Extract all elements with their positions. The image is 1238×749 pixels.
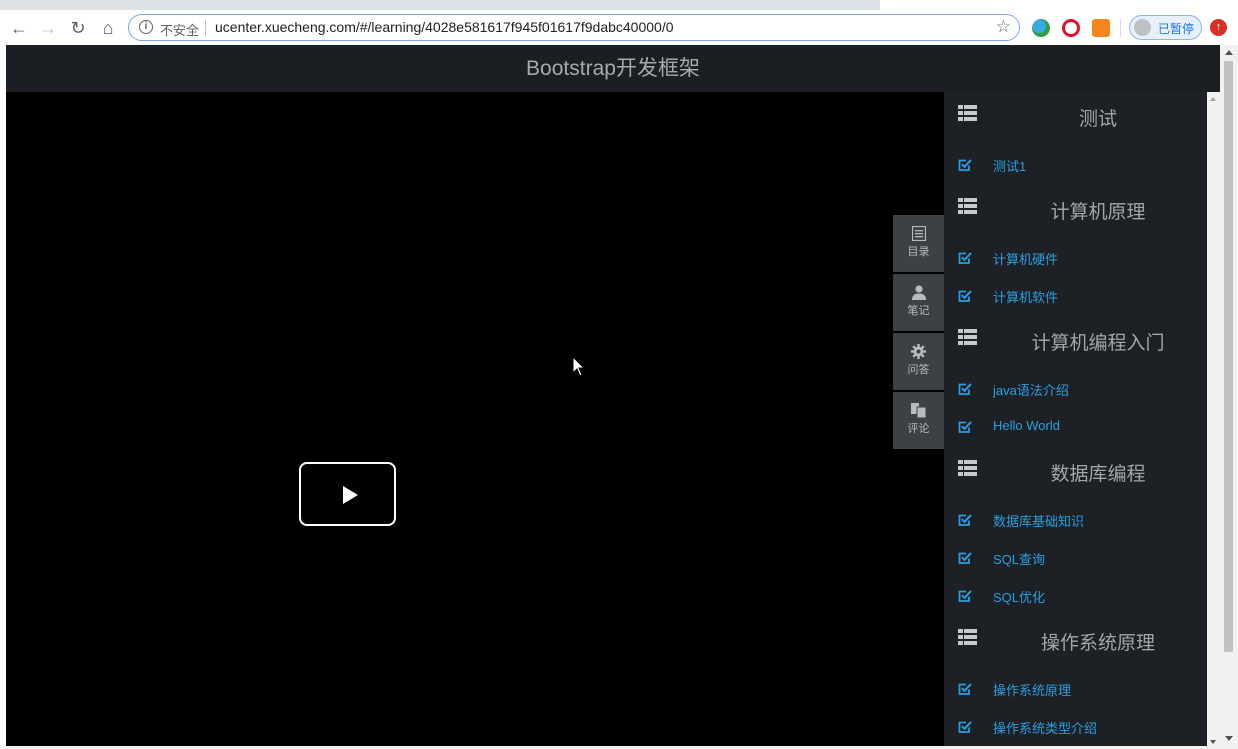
address-bar[interactable]: i 不安全 ucenter.xuecheng.com/#/learning/40…: [128, 14, 1020, 41]
lesson-item[interactable]: Hello World: [944, 409, 1207, 447]
scroll-down-icon[interactable]: [1210, 740, 1216, 744]
check-square-icon: [958, 682, 972, 701]
mouse-cursor-icon: [572, 356, 586, 377]
lesson-item[interactable]: SQL优化: [944, 578, 1207, 616]
list-icon: [958, 460, 977, 481]
list-icon: [958, 105, 977, 126]
chapter-header[interactable]: 计算机编程入门: [944, 316, 1207, 371]
security-label: 不安全: [160, 23, 200, 38]
active-tab[interactable]: [880, 0, 1238, 10]
tab-comments[interactable]: 评论: [893, 392, 944, 449]
chapter-title: 计算机编程入门: [1031, 333, 1165, 354]
chapter-header[interactable]: 操作系统原理: [944, 616, 1207, 671]
check-square-icon: [958, 551, 972, 570]
profile-status: 已暂停: [1158, 22, 1195, 36]
update-icon[interactable]: ↑: [1210, 19, 1227, 36]
course-outline-sidebar: 测试测试1 计算机原理计算机硬件计算机软件计算机编程入门 java语法介绍 Hello…: [944, 92, 1207, 749]
tab-label: 笔记: [907, 305, 930, 317]
lesson-link[interactable]: java语法介绍: [993, 380, 1069, 399]
avatar: [1134, 19, 1151, 36]
reload-icon[interactable]: ↻: [66, 16, 90, 40]
lesson-item[interactable]: 操作系统类型介绍: [944, 709, 1207, 747]
check-square-icon: [958, 382, 972, 401]
url-text[interactable]: ucenter.xuecheng.com/#/learning/4028e581…: [215, 19, 674, 35]
chapter-title: 数据库编程: [1050, 464, 1146, 485]
lesson-item[interactable]: 计算机硬件: [944, 240, 1207, 278]
tab-label: 目录: [907, 246, 930, 258]
browser-toolbar: ← → ↻ ⌂ i 不安全 ucenter.xuecheng.com/#/lea…: [0, 10, 1238, 45]
extension-metamask-icon[interactable]: [1092, 19, 1110, 37]
lesson-item[interactable]: 数据库基础知识: [944, 502, 1207, 540]
home-icon[interactable]: ⌂: [96, 16, 120, 40]
lesson-link[interactable]: 计算机硬件: [993, 249, 1058, 268]
chapter-title: 测试: [1078, 109, 1117, 130]
lesson-item[interactable]: 计算机软件: [944, 278, 1207, 316]
lesson-link[interactable]: SQL优化: [993, 587, 1045, 606]
chapter-header[interactable]: 测试: [944, 92, 1207, 147]
lesson-link[interactable]: SQL查询: [993, 549, 1045, 568]
check-square-icon: [958, 720, 972, 739]
tab-label: 问答: [907, 364, 930, 376]
user-icon: [893, 274, 944, 302]
check-square-icon: [958, 289, 972, 308]
toolbar-divider: [1120, 19, 1121, 37]
side-tab-bar: 目录 笔记 问答 评论: [893, 215, 944, 451]
lesson-item[interactable]: SQL查询: [944, 540, 1207, 578]
scroll-down-icon[interactable]: [1225, 736, 1233, 741]
copy-icon: [893, 392, 944, 420]
tab-qa[interactable]: 问答: [893, 333, 944, 390]
chapter-title: 计算机原理: [1050, 202, 1146, 223]
check-square-icon: [958, 158, 972, 177]
chapter-header[interactable]: 数据库编程: [944, 447, 1207, 502]
arrow-left-icon[interactable]: ←: [7, 16, 31, 40]
chapter-title: 操作系统原理: [1040, 633, 1155, 654]
info-icon[interactable]: i: [139, 20, 153, 34]
lesson-item[interactable]: 测试1: [944, 147, 1207, 185]
video-player[interactable]: [6, 92, 944, 749]
list-icon: [958, 629, 977, 650]
arrow-right-icon[interactable]: →: [36, 16, 60, 40]
list-alt-icon: [893, 215, 944, 243]
lesson-link[interactable]: 测试1: [993, 156, 1026, 175]
check-square-icon: [958, 251, 972, 270]
sidebar-scrollbar[interactable]: [1207, 92, 1220, 749]
extension-globe-icon[interactable]: [1032, 19, 1050, 37]
scroll-up-icon[interactable]: [1210, 97, 1216, 101]
learning-page: Bootstrap开发框架 目录 笔记 问答 评论 测试 测试1 计算机原理 计…: [6, 45, 1220, 749]
lesson-link[interactable]: 操作系统类型介绍: [993, 718, 1097, 737]
page-title: Bootstrap开发框架: [526, 57, 700, 80]
lesson-item[interactable]: java语法介绍: [944, 371, 1207, 409]
chapter-header[interactable]: 计算机原理: [944, 185, 1207, 240]
omnibox-divider: [205, 20, 206, 36]
list-icon: [958, 198, 977, 219]
lesson-link[interactable]: 数据库基础知识: [993, 511, 1084, 530]
page-scrollbar[interactable]: [1220, 45, 1238, 749]
browser-tab-strip: [0, 0, 1238, 10]
check-square-icon: [958, 513, 972, 532]
tab-label: 评论: [907, 423, 930, 435]
profile-button[interactable]: 已暂停: [1129, 15, 1202, 40]
scroll-up-icon[interactable]: [1225, 50, 1233, 55]
tab-catalog[interactable]: 目录: [893, 215, 944, 272]
play-button[interactable]: [299, 462, 396, 526]
scroll-thumb[interactable]: [1224, 61, 1233, 652]
extension-adblock-icon[interactable]: [1062, 19, 1080, 37]
play-icon: [343, 486, 358, 504]
lesson-link[interactable]: Hello World: [993, 418, 1060, 433]
star-icon[interactable]: ☆: [996, 17, 1011, 37]
tab-notes[interactable]: 笔记: [893, 274, 944, 331]
lesson-link[interactable]: 计算机软件: [993, 287, 1058, 306]
gear-icon: [893, 333, 944, 361]
lesson-link[interactable]: 操作系统原理: [993, 680, 1071, 699]
check-square-icon: [958, 420, 972, 439]
list-icon: [958, 329, 977, 350]
lesson-item[interactable]: 操作系统原理: [944, 671, 1207, 709]
check-square-icon: [958, 589, 972, 608]
page-header: Bootstrap开发框架: [6, 45, 1220, 92]
